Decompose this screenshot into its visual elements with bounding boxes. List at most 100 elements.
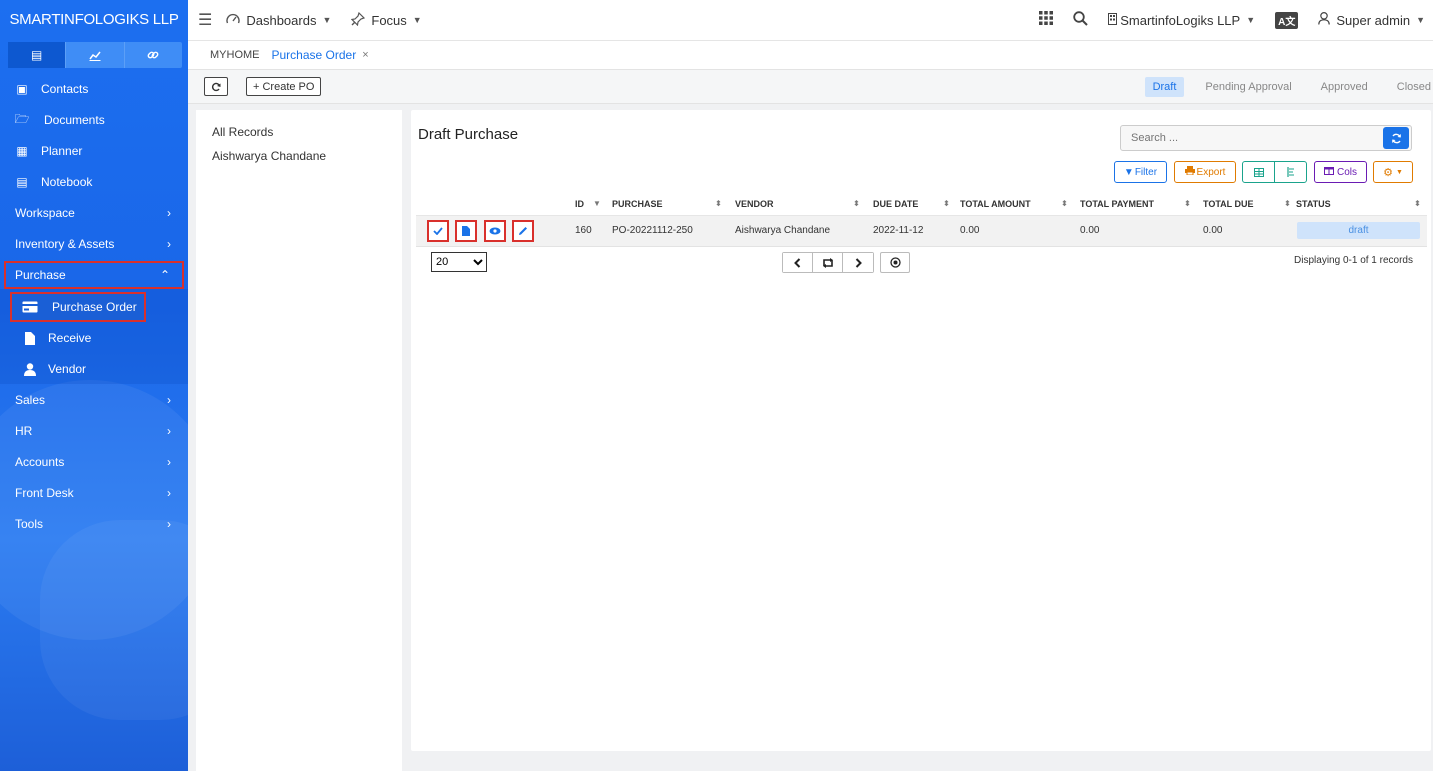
list-view-icon[interactable] xyxy=(1275,162,1306,182)
link-icon[interactable] xyxy=(125,42,182,68)
sidebar-section-accounts[interactable]: Accounts › xyxy=(0,448,188,476)
sort-desc-icon: ▼ xyxy=(593,199,601,208)
translate-icon[interactable]: A文 xyxy=(1275,11,1299,29)
sidebar-tabs: ▤ xyxy=(8,42,182,68)
sidebar-item-label: Planner xyxy=(41,144,83,158)
close-icon[interactable]: × xyxy=(362,49,368,61)
create-po-button[interactable]: + Create PO xyxy=(246,77,322,96)
sidebar-subitem-vendor[interactable]: Vendor xyxy=(0,354,188,384)
records-panel: All Records Aishwarya Chandane xyxy=(196,110,402,771)
edit-button[interactable] xyxy=(512,220,534,242)
apps-grid-icon[interactable] xyxy=(1039,11,1054,29)
column-header-total-due[interactable]: TOTAL DUE ⬍ xyxy=(1203,199,1291,209)
id-card-icon[interactable]: ▤ xyxy=(8,42,67,68)
column-header-status[interactable]: STATUS ⬍ xyxy=(1296,199,1422,209)
company-menu[interactable]: SmartinfoLogiks LLP ▼ xyxy=(1108,12,1255,28)
caret-down-icon: ▼ xyxy=(412,15,422,25)
sidebar-subitem-purchase-order[interactable]: Purchase Order xyxy=(10,292,146,322)
sidebar-subitem-label: Vendor xyxy=(48,362,87,376)
view-button[interactable] xyxy=(484,220,506,242)
sidebar-section-workspace[interactable]: Workspace › xyxy=(0,199,188,227)
sidebar-section-hr[interactable]: HR › xyxy=(0,417,188,445)
prev-page-button[interactable] xyxy=(783,253,813,272)
column-header-vendor[interactable]: VENDOR ⬍ xyxy=(735,199,860,209)
page-title: Draft Purchase xyxy=(418,126,519,143)
user-name: Super admin xyxy=(1336,12,1411,28)
user-icon xyxy=(1318,11,1331,28)
search-icon[interactable] xyxy=(1073,11,1088,29)
chevron-right-icon: › xyxy=(167,455,171,469)
status-tab-approved[interactable]: Approved xyxy=(1313,77,1376,97)
sidebar-subitem-receive[interactable]: Receive xyxy=(0,323,188,353)
column-header-due-date[interactable]: DUE DATE ⬍ xyxy=(873,199,951,209)
focus-label: Focus xyxy=(371,12,407,28)
sidebar-section-tools[interactable]: Tools › xyxy=(0,510,188,538)
chevron-left-icon xyxy=(794,257,801,268)
tab-purchase-order[interactable]: Purchase Order xyxy=(272,48,357,62)
cell-vendor: Aishwarya Chandane xyxy=(735,225,831,236)
retweet-icon xyxy=(822,257,833,268)
select-row-button[interactable] xyxy=(427,220,449,242)
sidebar-section-label: Tools xyxy=(15,517,44,531)
refresh-button[interactable] xyxy=(204,77,228,96)
table-view-icon[interactable] xyxy=(1243,162,1275,182)
export-button[interactable]: Export xyxy=(1174,161,1236,183)
filter-button[interactable]: ▼ Filter xyxy=(1114,161,1167,183)
filter-label: Filter xyxy=(1134,166,1158,178)
gear-icon: ⚙ xyxy=(1383,166,1393,179)
sidebar-section-purchase[interactable]: Purchase ⌃ xyxy=(4,261,184,289)
goto-page-button[interactable] xyxy=(880,252,910,273)
chart-icon[interactable] xyxy=(66,42,125,68)
pagination-controls xyxy=(782,252,874,273)
user-menu[interactable]: Super admin ▼ xyxy=(1318,11,1425,28)
columns-icon xyxy=(1323,166,1334,178)
reload-page-button[interactable] xyxy=(813,253,843,272)
refresh-icon xyxy=(1391,133,1401,143)
sidebar-item-planner[interactable]: ▦ Planner xyxy=(0,137,188,165)
status-tab-draft[interactable]: Draft xyxy=(1144,76,1185,97)
hamburger-menu-icon[interactable]: ☰ xyxy=(198,10,212,30)
sidebar-item-notebook[interactable]: ▤ Notebook xyxy=(0,168,188,196)
column-header-id[interactable]: ID ▼ xyxy=(575,199,601,209)
status-tab-pending-approval[interactable]: Pending Approval xyxy=(1197,77,1299,97)
sort-icon: ⬍ xyxy=(1061,199,1068,208)
settings-button[interactable]: ⚙ ▼ xyxy=(1373,161,1413,183)
sort-icon: ⬍ xyxy=(943,199,950,208)
sidebar-section-front-desk[interactable]: Front Desk › xyxy=(0,479,188,507)
next-page-button[interactable] xyxy=(843,253,873,272)
document-button[interactable] xyxy=(455,220,477,242)
sidebar-subitem-label: Receive xyxy=(48,331,92,345)
sidebar-item-label: Documents xyxy=(44,113,105,127)
table-row[interactable]: 160 PO-20221112-250 Aishwarya Chandane 2… xyxy=(416,216,1427,247)
breadcrumb-home[interactable]: MYHOME xyxy=(210,49,260,61)
pin-icon xyxy=(351,11,366,29)
chevron-right-icon: › xyxy=(167,486,171,500)
brand-name[interactable]: SMARTINFOLOGIKS LLP xyxy=(0,0,188,38)
column-header-total-payment[interactable]: TOTAL PAYMENT ⬍ xyxy=(1080,199,1194,209)
columns-button[interactable]: Cols xyxy=(1314,161,1367,183)
chevron-right-icon: › xyxy=(167,237,171,251)
sidebar-section-label: Accounts xyxy=(15,455,65,469)
sidebar-item-documents[interactable]: 🗁 Documents xyxy=(0,106,188,134)
sidebar-section-sales[interactable]: Sales › xyxy=(0,386,188,414)
chevron-right-icon: › xyxy=(167,517,171,531)
chevron-right-icon xyxy=(855,257,862,268)
main-panel: Draft Purchase ▼Filter Export Cols ⚙ ▼ I… xyxy=(411,110,1431,751)
record-filter-vendor[interactable]: Aishwarya Chandane xyxy=(212,149,326,163)
column-header-purchase[interactable]: PURCHASE ⬍ xyxy=(612,199,722,209)
sidebar-item-contacts[interactable]: ▣ Contacts xyxy=(0,75,188,103)
dashboards-menu[interactable]: Dashboards ▼ xyxy=(226,13,331,28)
record-filter-all[interactable]: All Records xyxy=(212,125,273,139)
focus-menu[interactable]: Focus ▼ xyxy=(351,11,422,29)
search-refresh-button[interactable] xyxy=(1383,127,1409,149)
page-size-select[interactable]: 20 xyxy=(431,252,487,272)
status-tab-closed[interactable]: Closed xyxy=(1389,77,1433,97)
sidebar-item-label: Notebook xyxy=(41,175,93,189)
column-label: DUE DATE xyxy=(873,199,919,209)
sidebar-section-inventory[interactable]: Inventory & Assets › xyxy=(0,230,188,258)
caret-down-icon: ▼ xyxy=(1395,168,1403,176)
search-input[interactable] xyxy=(1121,132,1383,144)
print-icon xyxy=(1184,166,1195,178)
status-badge: draft xyxy=(1297,222,1420,239)
column-header-total-amount[interactable]: TOTAL AMOUNT ⬍ xyxy=(960,199,1070,209)
